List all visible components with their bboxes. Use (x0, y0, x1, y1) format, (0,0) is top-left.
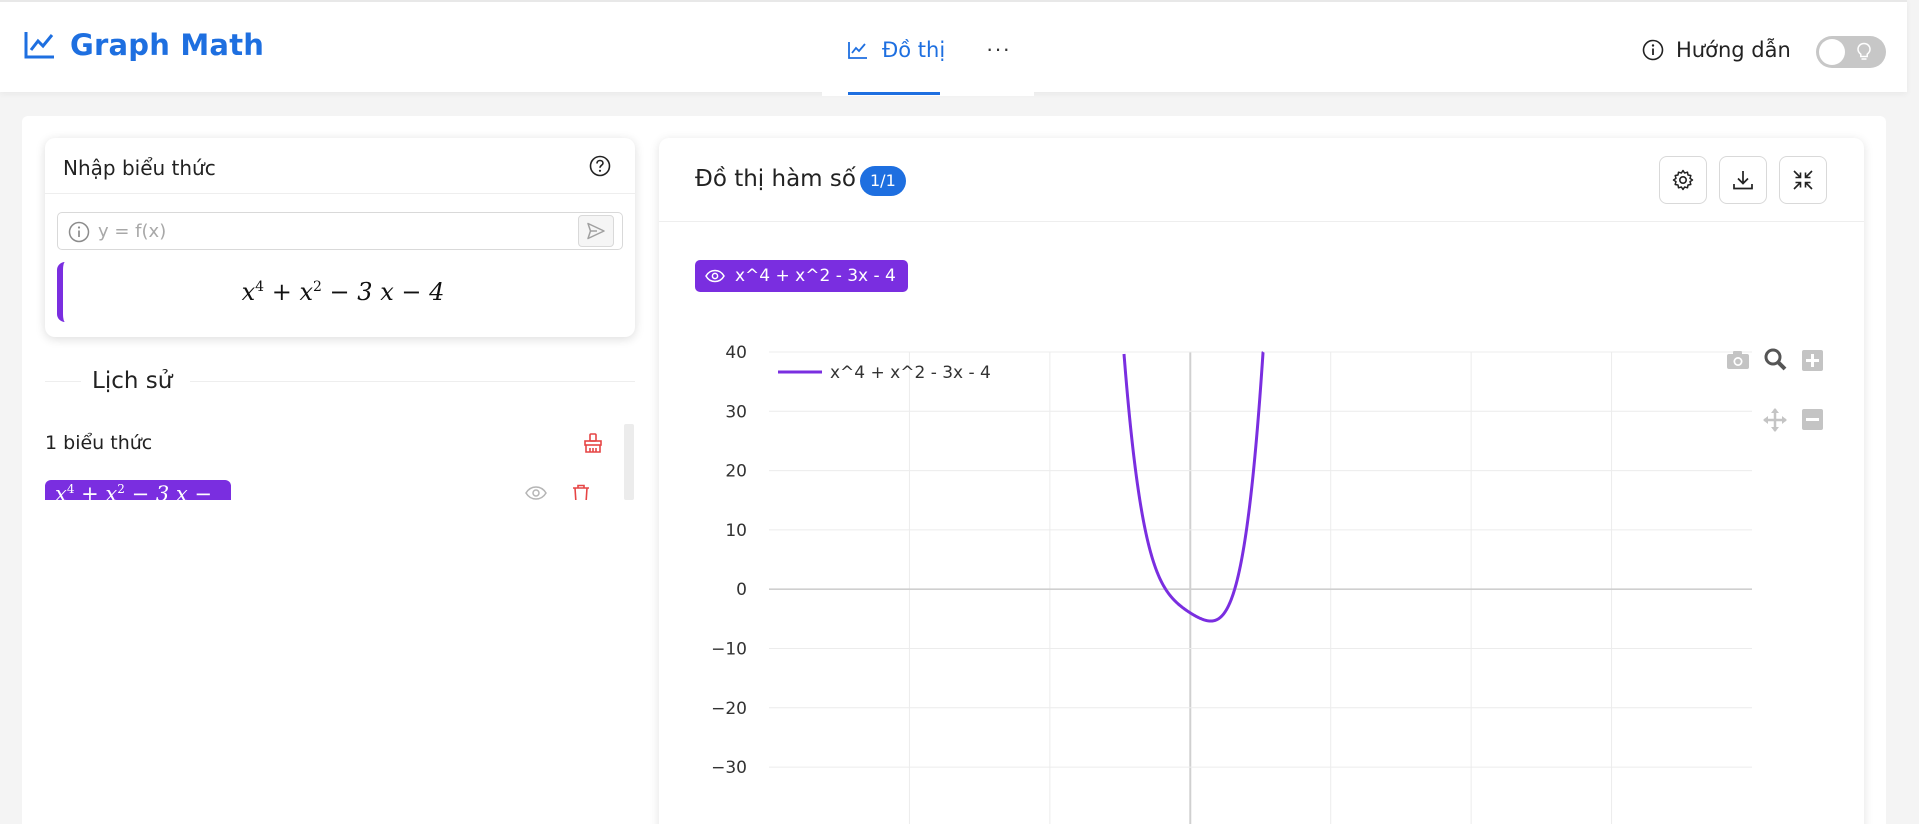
history-list: x4 + x2 − 3 x − 4 (45, 476, 625, 500)
y-tick-label: 10 (725, 521, 747, 541)
camera-icon[interactable] (1727, 351, 1749, 369)
y-tick-label: 30 (725, 402, 747, 422)
divider-line (45, 381, 81, 382)
history-header: Lịch sử (45, 368, 635, 394)
history-item-formula[interactable]: x4 + x2 − 3 x − 4 (45, 480, 231, 500)
input-card-header: Nhập biểu thức (45, 138, 635, 194)
input-card-title: Nhập biểu thức (63, 156, 216, 180)
info-circle-icon (68, 221, 90, 243)
download-button[interactable] (1719, 156, 1767, 204)
y-tick-label: −10 (711, 639, 747, 659)
y-tick-label: −30 (711, 758, 747, 778)
series-tag-label: x^4 + x^2 - 3x - 4 (735, 266, 896, 286)
expression-input-card: Nhập biểu thức x4 + x2 − 3 x − 4 (45, 138, 635, 337)
line-chart-icon (848, 42, 867, 59)
history-count: 1 biểu thức (45, 432, 153, 454)
zoom-in-icon[interactable] (1802, 350, 1823, 371)
active-tab-indicator (848, 92, 940, 95)
fullscreen-button[interactable] (1779, 156, 1827, 204)
expression-input (57, 212, 623, 250)
settings-button[interactable] (1659, 156, 1707, 204)
send-icon (587, 222, 605, 240)
trash-icon[interactable] (572, 484, 590, 500)
theme-toggle[interactable] (1816, 36, 1886, 68)
guide-button[interactable]: Hướng dẫn (1642, 38, 1791, 62)
history-title: Lịch sử (92, 368, 173, 394)
broom-icon[interactable] (582, 432, 604, 454)
tab-graph[interactable]: Đồ thị (848, 38, 945, 62)
send-button[interactable] (578, 215, 614, 247)
series-tag[interactable]: x^4 + x^2 - 3x - 4 (695, 260, 908, 292)
line-chart-icon (24, 32, 54, 59)
app-header: Graph Math Đồ thị ··· Hướng dẫn (0, 0, 1907, 96)
top-nav: Đồ thị ··· (822, 2, 1034, 96)
app-title: Graph Math (70, 28, 265, 62)
info-circle-icon (1642, 39, 1664, 61)
toggle-knob (1819, 39, 1845, 65)
y-tick-label: −20 (711, 699, 747, 719)
history-scrollbar[interactable] (624, 424, 634, 500)
legend-label: x^4 + x^2 - 3x - 4 (830, 363, 991, 383)
y-tick-label: 20 (725, 462, 747, 482)
lightbulb-icon (1857, 42, 1871, 60)
formula-rendered: x4 + x2 − 3 x − 4 (241, 278, 445, 306)
download-icon (1733, 171, 1753, 190)
tab-graph-label: Đồ thị (882, 38, 946, 62)
y-tick-label: 40 (725, 343, 747, 363)
more-menu-button[interactable]: ··· (986, 36, 1011, 62)
expression-field[interactable] (98, 219, 568, 243)
formula-preview: x4 + x2 − 3 x − 4 (57, 262, 623, 322)
function-plot[interactable]: 40 30 20 10 0 −10 −20 −30 x^4 + x^2 - 3x - 4 (659, 330, 1864, 824)
eye-icon[interactable] (525, 486, 547, 500)
divider-line (190, 381, 635, 382)
pan-icon[interactable] (1763, 408, 1787, 432)
graph-card-header: Đồ thị hàm số 1/1 (659, 138, 1864, 222)
gear-icon (1672, 169, 1694, 191)
question-circle-icon[interactable] (589, 155, 611, 177)
zoom-out-icon[interactable] (1802, 409, 1823, 430)
page-badge: 1/1 (860, 166, 906, 196)
eye-icon (705, 269, 725, 283)
guide-label: Hướng dẫn (1676, 38, 1791, 62)
series-line (1122, 351, 1265, 623)
brand[interactable]: Graph Math (24, 28, 264, 62)
graph-title: Đồ thị hàm số (695, 166, 856, 192)
fullscreen-icon (1793, 170, 1813, 190)
y-tick-label: 0 (736, 580, 747, 600)
zoom-icon[interactable] (1764, 348, 1787, 371)
